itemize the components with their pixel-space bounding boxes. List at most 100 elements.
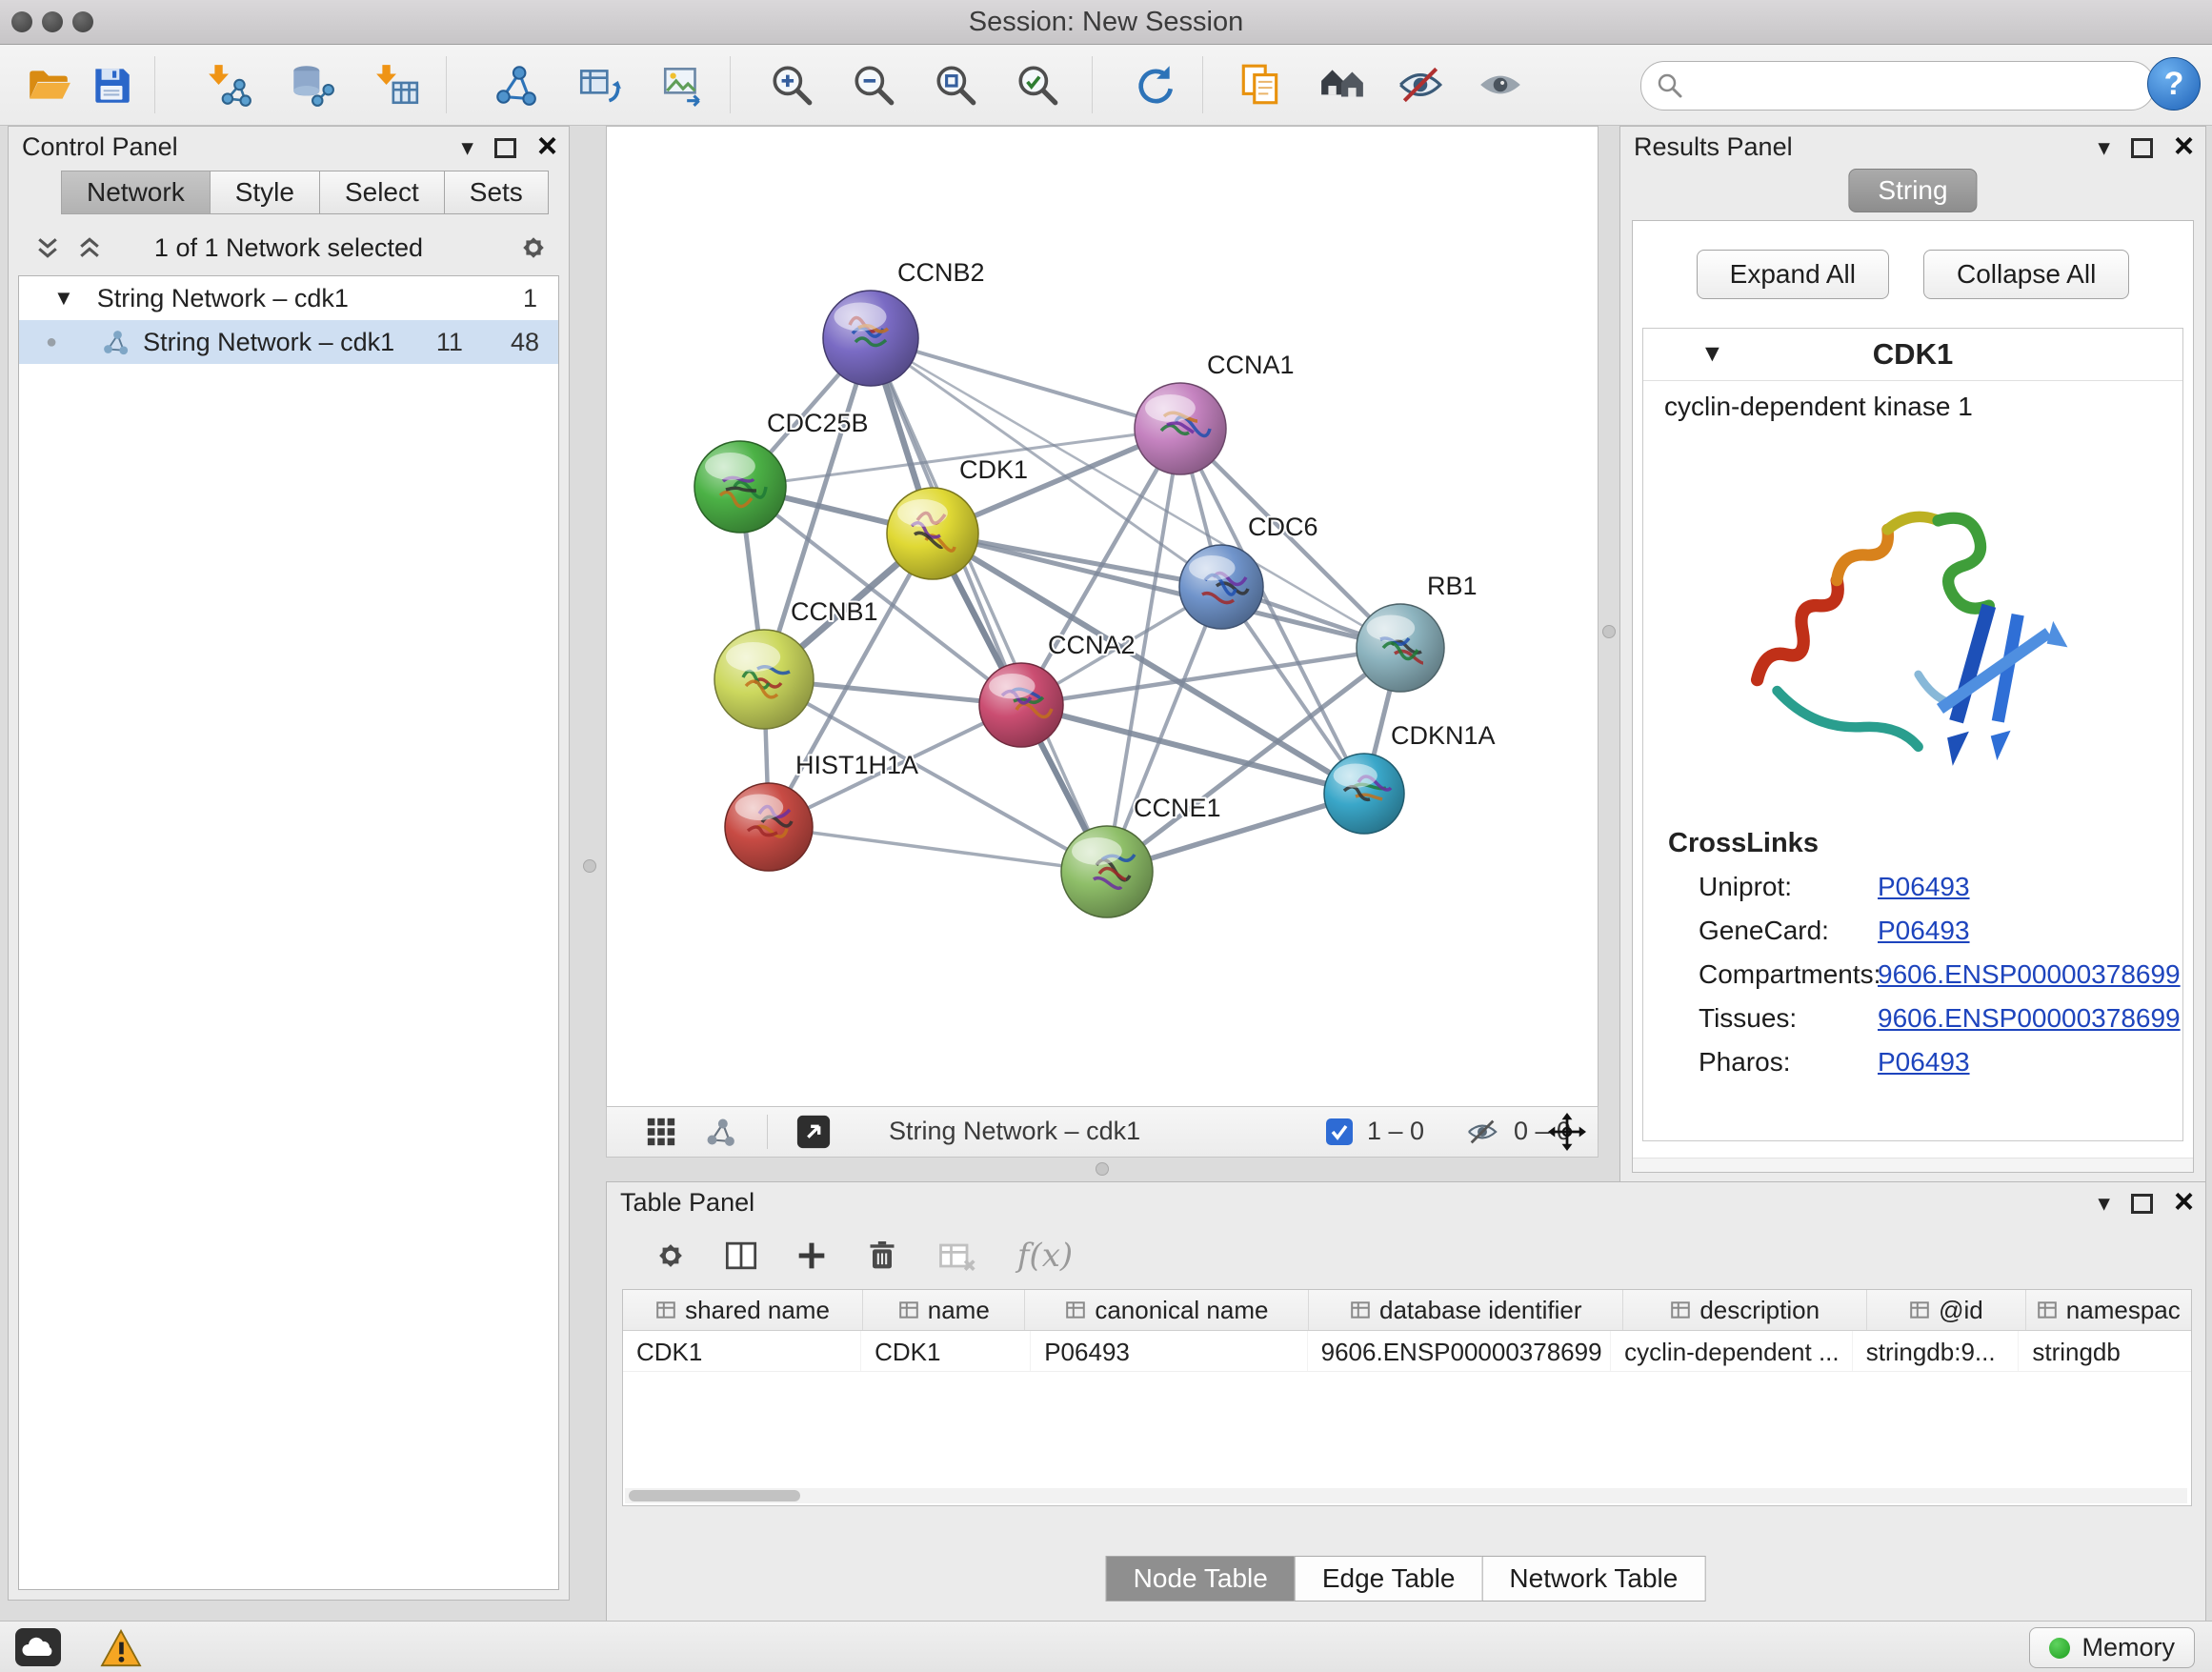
import-table-from-file-button[interactable] [370,57,425,112]
zoom-out-button[interactable] [846,57,901,112]
warnings-button[interactable] [99,1629,143,1667]
network-node-CCNE1[interactable]: CCNE1 [1061,794,1221,917]
column-header-id[interactable]: @id [1867,1290,2025,1330]
gear-icon [651,1236,691,1276]
network-edge-CCNB2-CCNE1[interactable] [871,338,1107,872]
export-image-button[interactable] [655,57,711,112]
cloud-services-button[interactable] [15,1628,61,1666]
tree-disclosure-icon[interactable]: ▼ [53,286,74,311]
import-network-from-file-button[interactable] [202,57,257,112]
left-splitter-handle[interactable] [583,859,596,873]
tab-string[interactable]: String [1848,169,1977,212]
zoom-in-button[interactable] [764,57,819,112]
network-view-footer: String Network – cdk1 1 – 0 0 – 0 [606,1106,1599,1158]
column-header-database-identifier[interactable]: database identifier [1309,1290,1623,1330]
tab-node-table[interactable]: Node Table [1106,1556,1296,1601]
cell-id: stringdb:9... [1853,1331,2020,1371]
table-row[interactable]: CDK1 CDK1 P06493 9606.ENSP00000378699 cy… [623,1331,2191,1372]
column-header-namespace[interactable]: namespac [2026,1290,2191,1330]
scrollbar-thumb[interactable] [629,1490,800,1501]
delete-column-button[interactable] [856,1230,908,1281]
crosslink-uniprot-link[interactable]: P06493 [1878,872,1970,902]
birdseye-view-button[interactable] [795,1114,832,1150]
tab-style[interactable]: Style [210,171,320,214]
column-header-canonical-name[interactable]: canonical name [1025,1290,1309,1330]
network-edge-count: 48 [511,328,539,357]
column-header-shared-name[interactable]: shared name [623,1290,863,1330]
memory-button[interactable]: Memory [2029,1627,2195,1668]
network-node-RB1[interactable]: RB1 [1357,572,1478,692]
grid-view-button[interactable] [645,1116,677,1148]
import-network-from-database-button[interactable] [284,57,339,112]
results-panel-float-icon[interactable] [2131,138,2153,158]
create-column-button[interactable] [786,1230,837,1281]
network-view-canvas[interactable]: CCNB2CCNA1CDC25BCDK1CDC6RB1CCNB1CCNA2CDK… [606,126,1599,1107]
tab-select[interactable]: Select [319,171,445,214]
table-options-button[interactable] [645,1230,696,1281]
network-collection-row[interactable]: ▼ String Network – cdk1 1 [19,276,558,320]
network-node-CCNB1[interactable]: CCNB1 [714,597,878,729]
network-from-table-button[interactable] [572,57,627,112]
network-node-CDKN1A[interactable]: CDKN1A [1324,721,1496,834]
show-graphics-button[interactable] [1473,57,1528,112]
grid-icon [645,1116,677,1148]
crosslink-tissues-link[interactable]: 9606.ENSP00000378699 [1878,1003,2181,1034]
hidden-elements-button[interactable] [1466,1116,1498,1148]
crosslink-genecard-link[interactable]: P06493 [1878,916,1970,946]
network-row-selected[interactable]: ● String Network – cdk1 11 48 [19,320,558,364]
string-home-button[interactable] [1315,57,1370,112]
memory-status-dot-icon [2049,1638,2070,1659]
table-horizontal-scrollbar[interactable] [625,1488,2187,1503]
zoom-fit-button[interactable] [928,57,983,112]
help-button[interactable]: ? [2147,57,2201,111]
network-edge-HIST1H1A-CCNE1[interactable] [769,827,1107,872]
control-panel-menu-caret-icon[interactable]: ▾ [461,136,473,160]
copy-documents-button[interactable] [1233,57,1288,112]
network-edge-CDK1-RB1[interactable] [933,534,1400,648]
show-columns-button[interactable] [715,1230,767,1281]
column-type-icon [1670,1299,1691,1320]
network-selection-status: 1 of 1 Network selected [9,233,569,263]
hide-unhide-button[interactable] [1393,57,1448,112]
function-builder-button[interactable]: f(x) [1002,1230,1088,1281]
network-node-CDK1[interactable]: CDK1 [887,455,1028,579]
right-splitter-handle[interactable] [1602,625,1616,638]
tab-edge-table[interactable]: Edge Table [1295,1556,1483,1601]
results-scrollbar[interactable] [1633,1158,2193,1172]
network-node-CCNA1[interactable]: CCNA1 [1135,351,1295,474]
tab-sets[interactable]: Sets [444,171,549,214]
tab-network[interactable]: Network [61,171,211,214]
crosslink-pharos-link[interactable]: P06493 [1878,1047,1970,1078]
column-header-name[interactable]: name [863,1290,1025,1330]
table-panel-menu-caret-icon[interactable]: ▾ [2098,1192,2110,1216]
table-panel-float-icon[interactable] [2131,1194,2153,1214]
tab-network-table[interactable]: Network Table [1481,1556,1705,1601]
collapse-all-button[interactable]: Collapse All [1923,250,2129,299]
pan-tool-button[interactable] [1548,1113,1586,1151]
control-panel-float-icon[interactable] [494,138,516,158]
network-node-HIST1H1A[interactable]: HIST1H1A [725,751,918,871]
control-panel-close-icon[interactable]: × [537,129,557,163]
save-session-button[interactable] [84,57,139,112]
new-network-button[interactable] [488,57,543,112]
bottom-splitter-handle[interactable] [1096,1162,1109,1176]
network-edge-CCNB2-CCNA1[interactable] [871,338,1180,429]
network-options-gear-icon[interactable] [515,230,552,266]
results-panel-close-icon[interactable]: × [2174,129,2194,163]
zoom-selected-button[interactable] [1010,57,1065,112]
search-input[interactable] [1693,71,2139,102]
network-graph[interactable]: CCNB2CCNA1CDC25BCDK1CDC6RB1CCNB1CCNA2CDK… [607,127,1598,1106]
column-header-description[interactable]: description [1623,1290,1867,1330]
table-panel-close-icon[interactable]: × [2174,1184,2194,1219]
results-panel-menu-caret-icon[interactable]: ▾ [2098,136,2110,160]
gene-section-header[interactable]: ▼ CDK1 [1643,329,2182,381]
eye-slash-small-icon [1466,1116,1498,1148]
crosslink-compartments-link[interactable]: 9606.ENSP00000378699 [1878,959,2181,990]
apply-layout-button[interactable] [1126,57,1181,112]
network-view-mode-button[interactable] [704,1116,736,1148]
open-session-button[interactable] [21,57,76,112]
network-node-CCNB2[interactable]: CCNB2 [823,258,985,386]
expand-all-button[interactable]: Expand All [1697,250,1889,299]
zoom-out-icon [850,61,897,109]
nodes-selected-checkbox[interactable] [1325,1118,1354,1146]
